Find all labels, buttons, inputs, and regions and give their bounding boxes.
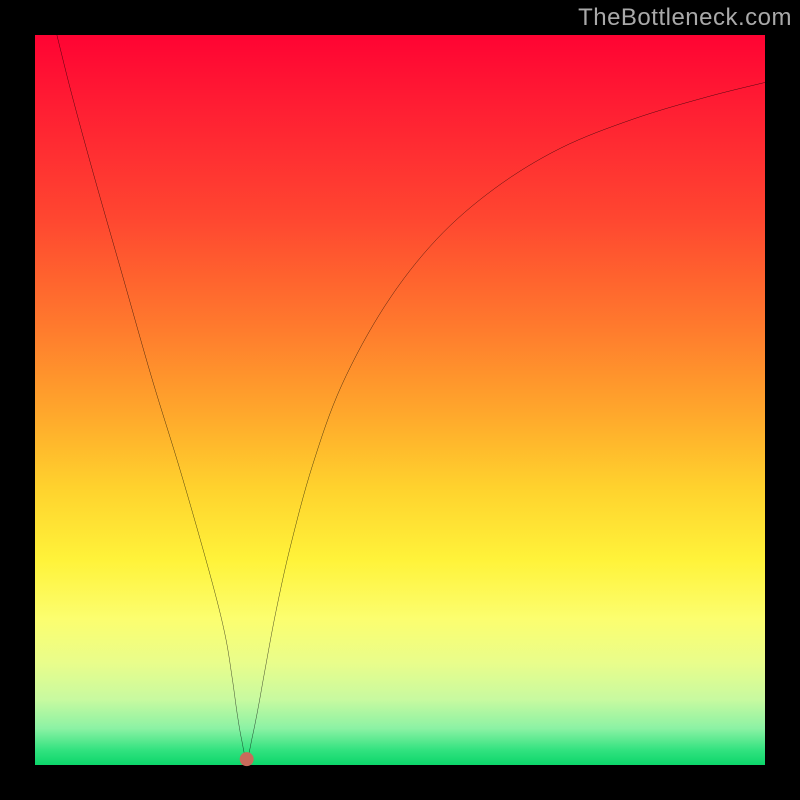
chart-svg: [35, 35, 765, 765]
chart-frame: TheBottleneck.com: [0, 0, 800, 800]
watermark-text: TheBottleneck.com: [578, 4, 792, 32]
bottleneck-curve: [57, 35, 765, 759]
optimum-marker: [240, 752, 254, 766]
